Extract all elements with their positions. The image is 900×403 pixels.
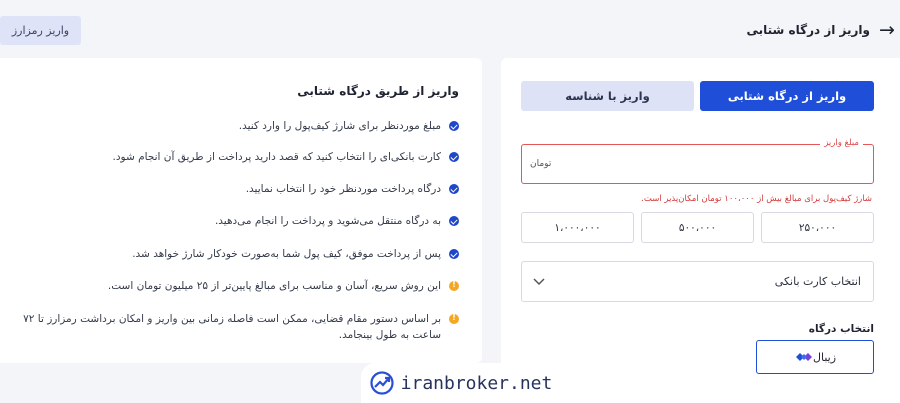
bank-card-select[interactable]: انتخاب کارت بانکی bbox=[521, 261, 874, 302]
watermark-text: iranbroker.net bbox=[400, 372, 553, 394]
warning-item: این روش سریع، آسان و مناسب برای مبالغ پا… bbox=[19, 277, 459, 294]
instruction-item: درگاه پرداخت موردنظر خود را انتخاب نمایی… bbox=[19, 181, 459, 197]
crypto-deposit-button[interactable]: واریز رمزارز bbox=[0, 16, 81, 45]
amount-input[interactable] bbox=[530, 153, 865, 175]
warning-circle-icon bbox=[449, 310, 459, 326]
gateway-option-name: زیبال bbox=[812, 350, 837, 364]
preset-amount-button[interactable]: ۲۵۰،۰۰۰ bbox=[761, 212, 874, 243]
check-circle-icon bbox=[449, 184, 459, 194]
page-title: واریز از درگاه شتابی bbox=[746, 23, 871, 37]
warning-circle-icon bbox=[449, 277, 459, 293]
check-circle-icon bbox=[449, 249, 459, 259]
top-bar: واریز رمزارز واریز از درگاه شتابی → bbox=[0, 0, 900, 58]
instruction-item: پس از پرداخت موفق، کیف پول شما به‌صورت خ… bbox=[19, 246, 459, 262]
amount-field[interactable]: مبلغ واریز bbox=[521, 138, 874, 184]
zibal-logo-icon bbox=[795, 353, 812, 361]
bank-card-select-label: انتخاب کارت بانکی bbox=[774, 275, 861, 288]
preset-amount-button[interactable]: ۱،۰۰۰،۰۰۰ bbox=[521, 212, 634, 243]
instructions-panel: واریز از طریق درگاه شتابی مبلغ موردنظر ب… bbox=[0, 58, 482, 363]
instructions-title: واریز از طریق درگاه شتابی bbox=[297, 84, 459, 98]
instruction-item: کارت بانکی‌ای را انتخاب کنید که قصد داری… bbox=[19, 149, 459, 165]
preset-amount-button[interactable]: ۵۰۰،۰۰۰ bbox=[641, 212, 754, 243]
gateway-section-label: انتخاب درگاه bbox=[808, 323, 874, 335]
tab-id-deposit[interactable]: واریز با شناسه bbox=[521, 81, 694, 111]
gateway-option-zibal[interactable]: زیبال bbox=[756, 340, 874, 374]
check-circle-icon bbox=[449, 152, 459, 162]
deposit-form: واریز از درگاه شتابی واریز با شناسه مبلغ… bbox=[501, 58, 900, 403]
tab-gateway-deposit[interactable]: واریز از درگاه شتابی bbox=[700, 81, 874, 111]
instruction-item: مبلغ موردنظر برای شارژ کیف‌پول را وارد ک… bbox=[19, 118, 459, 134]
amount-label: مبلغ واریز bbox=[820, 138, 863, 148]
trend-chart-logo-icon bbox=[370, 371, 394, 395]
check-circle-icon bbox=[449, 216, 459, 226]
warning-item: بر اساس دستور مقام قضایی، ممکن است فاصله… bbox=[19, 310, 459, 343]
chevron-down-icon bbox=[533, 278, 545, 286]
check-circle-icon bbox=[449, 121, 459, 131]
back-arrow-icon[interactable]: → bbox=[876, 19, 898, 41]
amount-error-message: شارژ کیف‌پول برای مبالغ بیش از ۱۰۰،۰۰۰ ت… bbox=[641, 194, 872, 204]
watermark: iranbroker.net bbox=[361, 363, 560, 403]
instruction-item: به درگاه منتقل می‌شوید و پرداخت را انجام… bbox=[19, 213, 459, 229]
